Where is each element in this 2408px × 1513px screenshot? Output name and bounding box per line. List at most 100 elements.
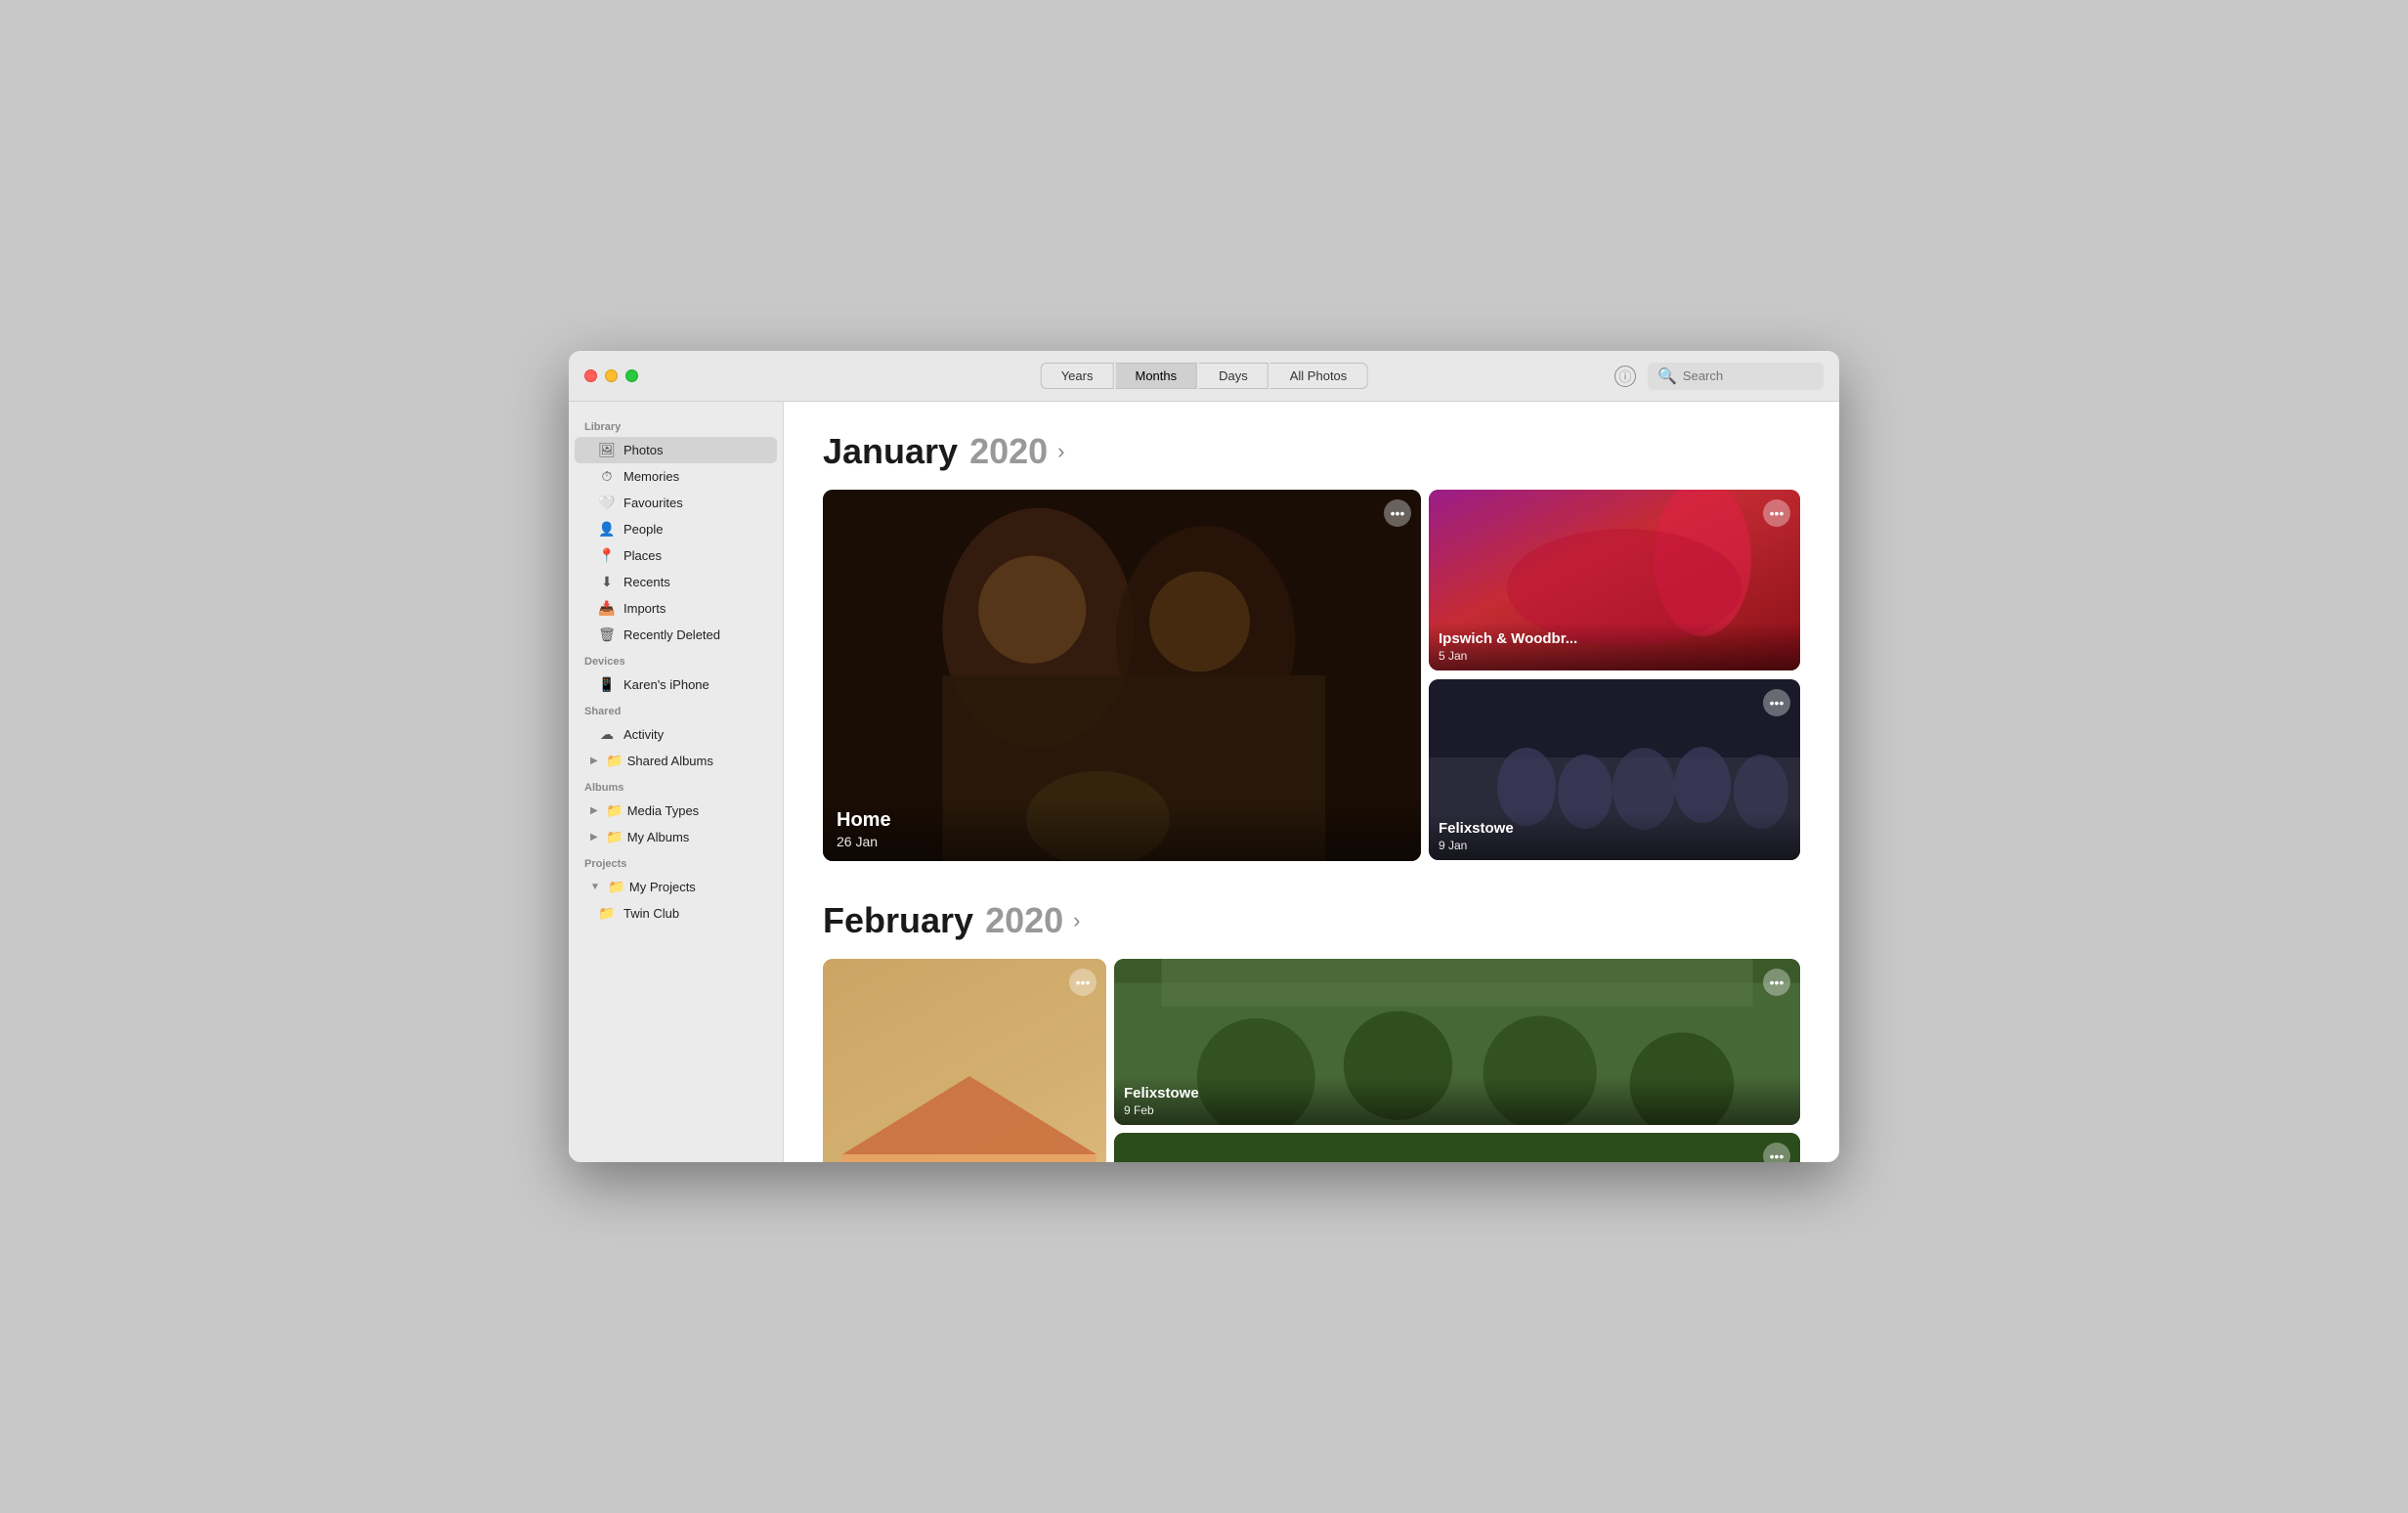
sidebar-item-shared-albums[interactable]: ▶ 📁 Shared Albums <box>575 748 777 774</box>
album-ipswich-menu[interactable]: ••• <box>1763 499 1790 527</box>
album-felixstowe-feb-menu[interactable]: ••• <box>1763 969 1790 996</box>
info-button[interactable]: ⓘ <box>1614 366 1636 387</box>
album-felixstowe-jan-date: 9 Jan <box>1439 839 1790 852</box>
sidebar-item-people[interactable]: 👤 People <box>575 516 777 542</box>
expand-arrow-projects-icon: ▼ <box>590 882 600 892</box>
sidebar-item-memories[interactable]: ⏱ Memories <box>575 463 777 490</box>
nav-years[interactable]: Years <box>1041 363 1114 389</box>
section-devices: Devices <box>569 648 783 671</box>
album-felixstowe-jan-menu[interactable]: ••• <box>1763 689 1790 716</box>
view-nav: Years Months Days All Photos <box>1041 363 1368 389</box>
sidebar: Library 🖼 Photos ⏱ Memories 🤍 Favourites… <box>569 402 784 1162</box>
titlebar: Years Months Days All Photos ⓘ 🔍 <box>569 351 1839 402</box>
main-window: Years Months Days All Photos ⓘ 🔍 Library… <box>569 351 1839 1162</box>
month-section-february: February 2020 › <box>823 900 1800 1162</box>
sidebar-item-recents[interactable]: ⬇ Recents <box>575 569 777 595</box>
my-albums-icon: 📁 <box>606 829 624 845</box>
album-home-ipswich[interactable]: Home & Ipswich 10 Feb ••• <box>1114 1133 1800 1162</box>
sidebar-label-people: People <box>624 522 663 537</box>
album-felixstowe-jan[interactable]: Felixstowe 9 Jan ••• <box>1429 679 1800 860</box>
sidebar-item-activity[interactable]: ☁ Activity <box>575 721 777 748</box>
sidebar-item-my-projects[interactable]: ▼ 📁 My Projects <box>575 874 777 900</box>
month-header-january[interactable]: January 2020 › <box>823 431 1800 472</box>
month-name-february: February <box>823 900 973 941</box>
traffic-lights <box>584 369 638 382</box>
sidebar-label-shared-albums: Shared Albums <box>627 754 713 768</box>
people-icon: 👤 <box>598 521 616 538</box>
month-header-february[interactable]: February 2020 › <box>823 900 1800 941</box>
album-home-label: Home 26 Jan <box>823 798 1421 861</box>
sidebar-label-iphone: Karen's iPhone <box>624 677 710 692</box>
album-ipswich-label: Ipswich & Woodbr... 5 Jan <box>1429 623 1800 670</box>
sidebar-label-imports: Imports <box>624 601 666 616</box>
expand-arrow-albums-icon: ▶ <box>590 832 598 843</box>
album-ipswich[interactable]: Ipswich & Woodbr... 5 Jan ••• <box>1429 490 1800 670</box>
expand-arrow-media-icon: ▶ <box>590 805 598 816</box>
album-felixstowe-feb[interactable]: Felixstowe 9 Feb ••• <box>1114 959 1800 1125</box>
memories-icon: ⏱ <box>598 468 616 485</box>
month-chevron-february: › <box>1073 908 1080 933</box>
sidebar-item-iphone[interactable]: 📱 Karen's iPhone <box>575 671 777 698</box>
month-section-january: January 2020 › <box>823 431 1800 861</box>
sidebar-item-media-types[interactable]: ▶ 📁 Media Types <box>575 798 777 824</box>
album-ipswich-date: 5 Jan <box>1439 649 1790 663</box>
album-ipswich-title: Ipswich & Woodbr... <box>1439 630 1790 647</box>
fullscreen-button[interactable] <box>625 369 638 382</box>
close-button[interactable] <box>584 369 597 382</box>
search-box: 🔍 <box>1648 363 1824 390</box>
search-icon: 🔍 <box>1657 367 1677 386</box>
recents-icon: ⬇ <box>598 574 616 590</box>
album-home-date: 26 Jan <box>837 834 1407 849</box>
sidebar-item-imports[interactable]: 📥 Imports <box>575 595 777 622</box>
sidebar-label-my-albums: My Albums <box>627 830 690 844</box>
sidebar-label-photos: Photos <box>624 443 663 457</box>
iphone-icon: 📱 <box>598 676 616 693</box>
home-ipswich-art <box>1114 1133 1800 1162</box>
album-woodbridge-menu[interactable]: ••• <box>1069 969 1096 996</box>
sidebar-item-twin-club[interactable]: 📁 Twin Club <box>575 900 777 927</box>
section-shared: Shared <box>569 698 783 721</box>
sidebar-label-my-projects: My Projects <box>629 880 696 894</box>
trash-icon: 🗑 <box>598 627 616 643</box>
photos-icon: 🖼 <box>598 442 616 458</box>
sidebar-item-recently-deleted[interactable]: 🗑 Recently Deleted <box>575 622 777 648</box>
sidebar-label-places: Places <box>624 548 662 563</box>
album-home-ipswich-menu[interactable]: ••• <box>1763 1143 1790 1162</box>
content-area: January 2020 › <box>784 402 1839 1162</box>
photo-grid-january: Home 26 Jan ••• <box>823 490 1800 861</box>
minimize-button[interactable] <box>605 369 618 382</box>
media-types-icon: 📁 <box>606 802 624 819</box>
album-home[interactable]: Home 26 Jan ••• <box>823 490 1421 861</box>
titlebar-right: ⓘ 🔍 <box>1614 363 1824 390</box>
sidebar-label-twin-club: Twin Club <box>624 906 679 921</box>
activity-icon: ☁ <box>598 726 616 743</box>
month-year-january: 2020 <box>969 431 1048 472</box>
nav-days[interactable]: Days <box>1199 363 1268 389</box>
section-projects: Projects <box>569 850 783 874</box>
sidebar-label-recently-deleted: Recently Deleted <box>624 627 720 642</box>
sidebar-item-photos[interactable]: 🖼 Photos <box>575 437 777 463</box>
search-input[interactable] <box>1683 368 1814 383</box>
sidebar-label-recents: Recents <box>624 575 670 589</box>
album-felixstowe-jan-label: Felixstowe 9 Jan <box>1429 812 1800 860</box>
photo-grid-february: Felixstowe 9 Feb ••• <box>823 959 1800 1162</box>
month-chevron-january: › <box>1057 439 1064 464</box>
sidebar-label-media-types: Media Types <box>627 803 699 818</box>
nav-all-photos[interactable]: All Photos <box>1270 363 1368 389</box>
sidebar-label-memories: Memories <box>624 469 679 484</box>
sidebar-item-places[interactable]: 📍 Places <box>575 542 777 569</box>
places-icon: 📍 <box>598 547 616 564</box>
section-library: Library <box>569 413 783 437</box>
sidebar-item-favourites[interactable]: 🤍 Favourites <box>575 490 777 516</box>
album-felixstowe-feb-title: Felixstowe <box>1124 1085 1790 1102</box>
album-felixstowe-feb-label: Felixstowe 9 Feb <box>1114 1077 1800 1125</box>
twin-club-icon: 📁 <box>598 905 616 922</box>
album-felixstowe-jan-title: Felixstowe <box>1439 820 1790 837</box>
my-projects-icon: 📁 <box>608 879 625 895</box>
album-woodbridge[interactable]: Woodbridge - Ash Wednesday Wednesday ••• <box>823 959 1106 1162</box>
nav-months[interactable]: Months <box>1115 363 1197 389</box>
album-felixstowe-feb-date: 9 Feb <box>1124 1103 1790 1117</box>
month-year-february: 2020 <box>985 900 1063 941</box>
album-home-menu[interactable]: ••• <box>1384 499 1411 527</box>
sidebar-item-my-albums[interactable]: ▶ 📁 My Albums <box>575 824 777 850</box>
